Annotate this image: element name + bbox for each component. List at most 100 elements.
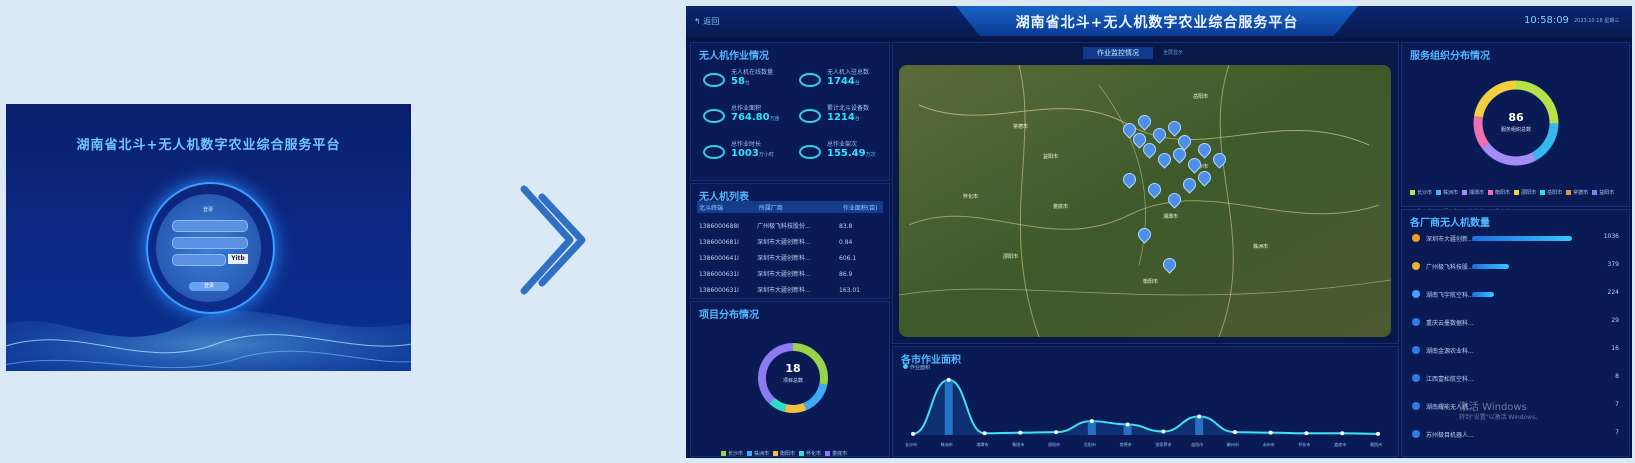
captcha-field[interactable] <box>172 254 226 266</box>
vendor-rank-icon <box>1412 346 1420 354</box>
legend-swatch <box>773 451 779 456</box>
vendor-rank-icon <box>1412 290 1420 298</box>
table-row[interactable]: 1386000641I 深圳市大疆创新科... 606.1 <box>699 253 884 262</box>
ops-stat-unit: 台 <box>744 80 750 86</box>
x-tick-label: 郴州市 <box>1226 442 1239 447</box>
area-point[interactable] <box>1268 430 1273 435</box>
uav-list-header-row: 北斗终端 所属厂商 作业面积(亩) <box>699 203 884 212</box>
area-point[interactable] <box>982 431 987 436</box>
tab-fullscreen[interactable]: 全屏显示 <box>1163 49 1183 56</box>
captcha-image[interactable]: Yitb <box>228 254 248 264</box>
map-label: 益阳市 <box>1043 154 1059 160</box>
x-tick-label: 娄底市 <box>1334 442 1347 447</box>
legend-item: 邵阳市 <box>1514 189 1536 196</box>
area-line <box>912 378 1379 435</box>
table-row[interactable]: 1386000688I 广州极飞科技股份... 83.8 <box>699 221 884 230</box>
tab-monitor[interactable]: 作业监控情况 <box>1083 47 1153 59</box>
legend-label: 益阳市 <box>1599 190 1615 196</box>
service-org-total: 86 <box>1508 111 1524 124</box>
x-tick-label: 湘潭市 <box>976 442 989 447</box>
area-point[interactable] <box>1376 431 1380 436</box>
vendor-row[interactable]: 广州极飞科技股... 379 <box>1412 260 1619 274</box>
login-screenshot: 湖南省北斗+无人机数字农业综合服务平台 登录 Yitb 登录 <box>6 104 411 371</box>
area-point[interactable] <box>946 377 951 382</box>
legend-item: 长沙市 <box>721 450 743 457</box>
legend-label: 衡阳市 <box>780 451 796 457</box>
vendor-name: 深圳市大疆创新... <box>1426 236 1474 243</box>
area-point[interactable] <box>1018 430 1023 435</box>
ops-stat-label: 无人机在线数量 <box>731 69 774 76</box>
vendor-count: 1036 <box>1603 233 1619 240</box>
area-point[interactable] <box>1125 422 1130 427</box>
table-cell: 1386000688I <box>699 223 739 230</box>
legend-swatch <box>1540 190 1546 195</box>
legend-swatch <box>1514 190 1520 195</box>
drone-icon <box>703 73 725 87</box>
table-cell: 深圳市大疆创新科... <box>757 255 811 262</box>
vendor-name: 重庆云墨数据科... <box>1426 320 1474 327</box>
table-row[interactable]: 1386000681I 深圳市大疆创新科... 0.84 <box>699 237 884 246</box>
windows-watermark-title: 激活 Windows <box>1459 402 1527 413</box>
clock: 10:58:09 <box>1524 15 1569 26</box>
area-point[interactable] <box>1340 431 1345 436</box>
legend-label: 长沙市 <box>1417 190 1433 196</box>
satellite-map[interactable] <box>899 65 1391 337</box>
vendor-count: 379 <box>1607 261 1619 268</box>
vendor-row[interactable]: 江西壹松航空科... 8 <box>1412 372 1619 386</box>
area-point[interactable] <box>1304 431 1309 436</box>
login-button[interactable]: 登录 <box>189 282 229 291</box>
area-bar <box>1087 421 1096 435</box>
back-button[interactable]: ↰ 返回 <box>694 16 719 27</box>
vendor-count: 16 <box>1611 345 1619 352</box>
login-title: 湖南省北斗+无人机数字农业综合服务平台 <box>76 138 341 153</box>
legend-item: 怀化市 <box>799 450 821 457</box>
area-fill <box>913 379 1378 435</box>
vendor-row[interactable]: 苏州极目机器人... 7 <box>1412 428 1619 442</box>
login-form-title: 登录 <box>202 207 213 213</box>
area-bar <box>1195 416 1204 435</box>
vendor-count: 7 <box>1615 401 1619 408</box>
ops-stat-number: 1003 <box>731 148 759 159</box>
table-cell: 1386000631I <box>699 287 739 294</box>
password-field[interactable] <box>172 237 248 249</box>
area-point[interactable] <box>1197 414 1202 419</box>
area-point[interactable] <box>911 431 915 436</box>
map-label: 娄底市 <box>1053 204 1069 210</box>
legend-item: 株洲市 <box>1436 189 1458 196</box>
col-terminal: 北斗终端 <box>699 205 724 212</box>
table-row[interactable]: 1386000631I 深圳市大疆创新科... 163.01 <box>699 285 884 294</box>
x-tick-label: 永州市 <box>1262 442 1275 447</box>
vendor-row[interactable]: 深圳市大疆创新... 1036 <box>1412 232 1619 246</box>
vendor-row[interactable]: 湖南金源农业科... 16 <box>1412 344 1619 358</box>
vendor-row[interactable]: 重庆云墨数据科... 29 <box>1412 316 1619 330</box>
x-tick-label: 邵阳市 <box>1048 442 1061 447</box>
legend-swatch <box>721 451 726 456</box>
table-row[interactable]: 1386000631I 深圳市大疆创新科... 86.9 <box>699 269 884 278</box>
vendor-row[interactable]: 湖南飞宇航空科... 224 <box>1412 288 1619 302</box>
legend-item: 常德市 <box>1566 189 1588 196</box>
area-point[interactable] <box>1054 430 1059 435</box>
project-total-label: 项目总数 <box>782 378 803 384</box>
area-point[interactable] <box>1232 430 1237 435</box>
table-cell: 深圳市大疆创新科... <box>757 239 811 246</box>
col-vendor: 所属厂商 <box>758 205 783 212</box>
col-area: 作业面积(亩) <box>842 205 878 212</box>
dashboard-title: 湖南省北斗+无人机数字农业综合服务平台 <box>1015 15 1299 31</box>
dashboard: 湖南省北斗+无人机数字农业综合服务平台 ↰ 返回 10:58:09 2023.1… <box>686 6 1632 458</box>
ops-stat-unit: 台 <box>854 80 860 86</box>
area-point[interactable] <box>1161 429 1166 434</box>
legend-item: 株洲市 <box>747 450 769 457</box>
area-point[interactable] <box>1089 419 1094 424</box>
username-field[interactable] <box>172 220 248 232</box>
project-panel: 项目分布情况 18 项目总数 长沙市 株洲市 衡阳市 怀化市 娄底市 <box>690 301 890 457</box>
legend-item: 衡阳市 <box>1488 189 1510 196</box>
ops-stat-value: 764.80万亩 <box>731 112 780 123</box>
legend-item: 岳阳市 <box>1540 189 1562 196</box>
map-label: 衡阳市 <box>1143 279 1159 285</box>
back-label: 返回 <box>703 17 720 26</box>
legend-label: 怀化市 <box>806 451 822 457</box>
legend-swatch <box>747 451 753 456</box>
table-cell: 深圳市大疆创新科... <box>757 287 811 294</box>
ops-stat-value: 1744台 <box>827 76 860 87</box>
legend-label: 株洲市 <box>1443 190 1459 196</box>
